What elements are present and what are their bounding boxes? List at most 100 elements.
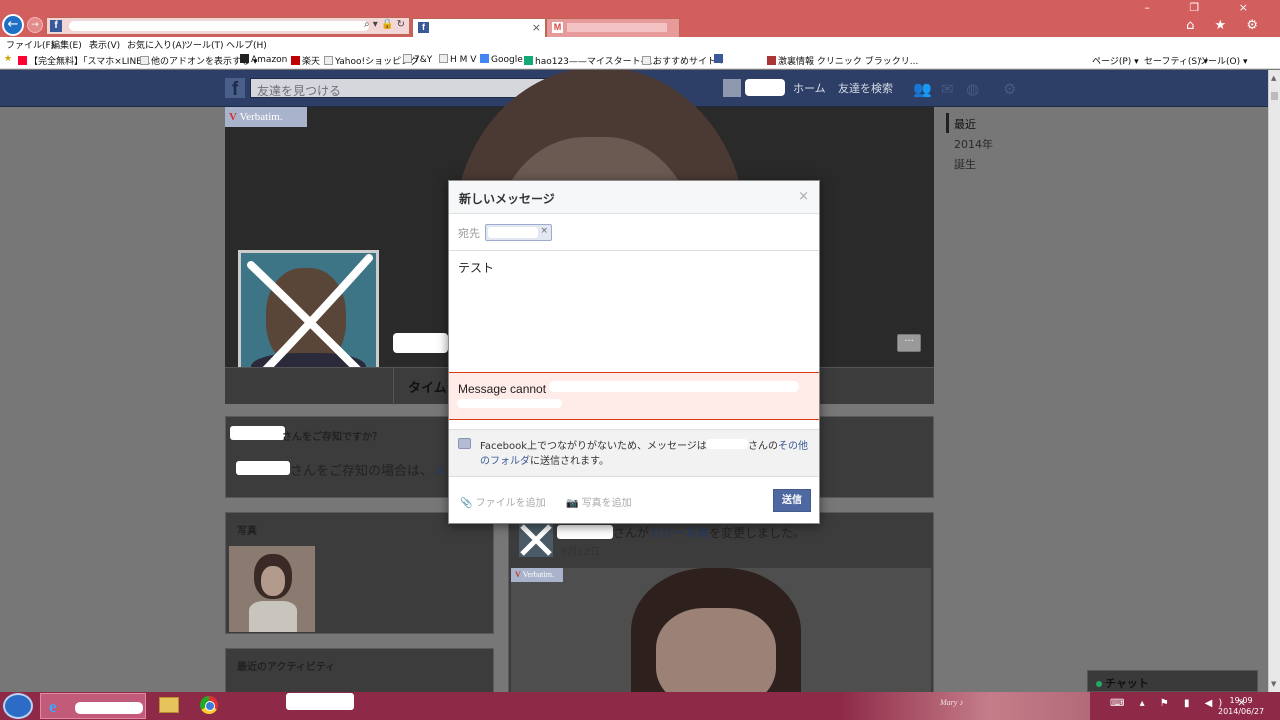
fav-item[interactable]: 激裏情報 クリニック ブラックリ...	[767, 54, 918, 67]
fav-item[interactable]: H M V	[439, 54, 476, 65]
forward-button[interactable]: →	[27, 17, 43, 33]
system-clock[interactable]: 19:09 2014/06/27	[1218, 695, 1264, 717]
post-date[interactable]: 6月12日	[561, 543, 600, 558]
attach-file-button[interactable]: 📎 ファイルを追加	[460, 494, 546, 509]
menu-view[interactable]: 表示(V)	[89, 38, 120, 51]
command-page[interactable]: ページ(P) ▾	[1092, 54, 1139, 67]
favorites-star-icon[interactable]: ★	[4, 54, 12, 64]
browser-titlebar: ← → f ⌕ ▾ 🔒 ↻ f × M – ❐ × ⌂ ★ ⚙	[0, 0, 1280, 37]
back-button[interactable]: ←	[2, 14, 24, 36]
photo-thumbnail-image	[261, 566, 285, 596]
message-textarea[interactable]: テスト	[449, 251, 819, 372]
do-you-know-text: さんをご存知の場合は、メッセ	[290, 460, 472, 479]
menu-file[interactable]: ファイル(F)	[6, 38, 54, 51]
fav-item[interactable]: Amazon	[240, 54, 287, 65]
post-cover-image[interactable]: V Verbatim.	[511, 568, 931, 692]
start-button[interactable]	[3, 693, 33, 719]
menu-edit[interactable]: 編集(E)	[51, 38, 82, 51]
remove-recipient-icon[interactable]: ×	[540, 226, 548, 236]
redacted-error-detail	[457, 399, 562, 408]
close-tab-icon[interactable]: ×	[532, 21, 541, 34]
new-message-dialog: 新しいメッセージ × 宛先 × テスト Message cannot Faceb…	[448, 180, 820, 524]
facebook-logo-icon[interactable]: f	[225, 78, 245, 100]
close-icon[interactable]: ×	[798, 189, 809, 204]
other-folder-link[interactable]: のフォルダ	[480, 456, 530, 467]
recent-activity-header: 最近のアクティビティ	[237, 662, 336, 673]
tab-facebook[interactable]: f ×	[412, 18, 546, 37]
notice-text-line1: Facebook上でつながりがないため、メッセージは	[480, 441, 707, 452]
clock-time: 19:09	[1229, 696, 1253, 705]
avatar[interactable]	[723, 79, 741, 97]
photo-thumbnail[interactable]	[229, 546, 315, 632]
camera-icon: 📷	[566, 498, 579, 509]
redacted-name	[557, 525, 613, 539]
dialog-footer: 📎 ファイルを追加 📷 写真を追加 送信	[449, 477, 819, 523]
fav-item[interactable]	[714, 54, 725, 65]
menu-favorites[interactable]: お気に入り(A)	[127, 38, 185, 51]
messages-icon[interactable]: ✉	[941, 80, 954, 98]
redacted-tab-title	[567, 23, 667, 32]
file-explorer-icon[interactable]	[159, 697, 179, 713]
notice-text-line1b: さんのその他	[748, 441, 808, 452]
verbatim-logo: V Verbatim.	[225, 107, 307, 127]
more-options-button[interactable]: ···	[897, 334, 921, 352]
chat-bar[interactable]: チャット	[1087, 670, 1258, 692]
address-controls[interactable]: ⌕ ▾ 🔒 ↻	[364, 19, 405, 30]
fav-item[interactable]: hao123——マイスタートペ...	[524, 54, 658, 67]
fav-item[interactable]: Google	[480, 54, 523, 65]
home-favorites-tools-icons[interactable]: ⌂ ★ ⚙	[1186, 18, 1266, 33]
photos-header[interactable]: 写真	[237, 522, 257, 537]
nav-home-link[interactable]: ホーム	[793, 80, 826, 96]
fav-item[interactable]: 楽天	[291, 54, 320, 67]
chrome-icon[interactable]	[200, 696, 218, 714]
clock-date: 2014/06/27	[1218, 707, 1265, 716]
menu-help[interactable]: ヘルプ(H)	[226, 38, 267, 51]
photo-thumbnail-image	[249, 601, 297, 632]
gmail-favicon-icon: M	[552, 22, 563, 33]
error-text: Message cannot	[458, 382, 547, 396]
verbatim-logo: V Verbatim.	[511, 568, 563, 582]
notifications-globe-icon[interactable]: ◍	[966, 80, 979, 98]
redacted-user-name[interactable]	[745, 79, 785, 96]
redacted-activity-name	[286, 693, 354, 710]
add-photo-button[interactable]: 📷 写真を追加	[566, 494, 632, 509]
chat-label: チャット	[1096, 675, 1149, 691]
timeline-nav-indicator	[946, 113, 949, 133]
redacted-name	[236, 461, 290, 475]
error-message: Message cannot	[449, 372, 819, 420]
cover-photo-link[interactable]: カバー写真	[649, 526, 709, 540]
dialog-title: 新しいメッセージ	[459, 192, 555, 206]
paperclip-icon: 📎	[460, 498, 473, 509]
taskbar-ie-button[interactable]: e	[40, 693, 146, 719]
timeline-nav-recent[interactable]: 最近	[954, 116, 976, 132]
timeline-nav-2014[interactable]: 2014年	[954, 136, 993, 152]
menu-tools[interactable]: ツール(T)	[184, 38, 224, 51]
command-tools[interactable]: ツール(O) ▾	[1199, 54, 1248, 67]
facebook-favicon-icon: f	[50, 20, 62, 32]
page-scrollbar[interactable]: ▲ ▼	[1268, 70, 1280, 692]
scrollbar-thumb[interactable]	[1271, 92, 1278, 100]
post-text: さんがカバー写真を変更しました。	[613, 526, 806, 540]
timeline-nav-born[interactable]: 誕生	[954, 156, 976, 172]
send-button[interactable]: 送信	[773, 489, 811, 512]
recipient-field[interactable]: 宛先 ×	[449, 214, 819, 251]
settings-icon[interactable]: ⚙	[1003, 80, 1016, 98]
nav-find-friends-link[interactable]: 友達を検索	[838, 80, 893, 96]
other-folder-link[interactable]: その他	[778, 441, 808, 452]
tab-gmail[interactable]: M	[546, 18, 680, 37]
taskbar-wallpaper: Mary ♪	[840, 692, 1090, 720]
fav-item[interactable]: おすすめサイト ▾	[642, 54, 723, 67]
recipient-token[interactable]: ×	[485, 224, 552, 241]
scroll-down-icon[interactable]: ▼	[1271, 680, 1276, 688]
fav-item[interactable]: 【完全無料】｢スマホ×LINE...	[18, 54, 150, 67]
post-avatar[interactable]	[519, 523, 553, 557]
friend-requests-icon[interactable]: 👥	[913, 80, 932, 98]
other-folder-notice: Facebook上でつながりがないため、メッセージは さんのその他 のフォルダに…	[449, 429, 819, 477]
fav-item[interactable]: 7&Y	[403, 54, 432, 65]
window-controls[interactable]: – ❐ ×	[1144, 1, 1266, 14]
facebook-favicon-icon: f	[418, 22, 429, 33]
facebook-page: f 友達を見つける ⌕ ホーム 友達を検索 👥 ✉ ◍ ⚙ V Verbatim…	[0, 70, 1268, 692]
address-bar[interactable]: f ⌕ ▾ 🔒 ↻	[46, 17, 410, 35]
scroll-up-icon[interactable]: ▲	[1271, 74, 1276, 82]
redacted-name	[230, 426, 285, 440]
